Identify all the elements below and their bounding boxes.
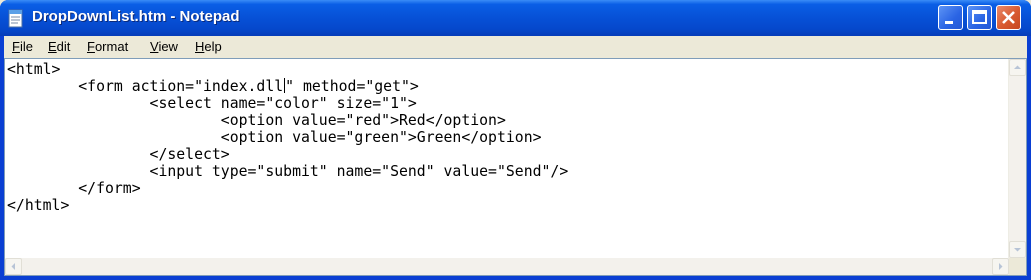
notepad-window: DropDownList.htm - Notepad File Edit For…	[0, 0, 1031, 280]
scroll-down-button[interactable]	[1009, 241, 1026, 258]
arrow-right-icon	[999, 263, 1003, 270]
minimize-icon	[945, 21, 953, 24]
menu-view[interactable]: View	[150, 39, 178, 54]
scroll-left-button[interactable]	[5, 258, 22, 275]
notepad-icon	[8, 9, 23, 28]
size-grip[interactable]	[1009, 258, 1026, 275]
arrow-up-icon	[1014, 65, 1021, 69]
vertical-scrollbar[interactable]	[1008, 59, 1026, 258]
close-button[interactable]	[996, 5, 1021, 30]
text-editor[interactable]: <html> <form action="index.dll " method="…	[4, 58, 1027, 276]
menu-bar: File Edit Format View Help	[4, 36, 1027, 58]
menu-file[interactable]: File	[12, 39, 33, 54]
editor-text-area[interactable]: <html> <form action="index.dll " method="…	[7, 61, 1002, 254]
horizontal-scrollbar[interactable]	[5, 258, 1009, 275]
code-line: </html>	[7, 197, 70, 214]
code-line: <option value="red">Red</option>	[7, 112, 506, 129]
menu-help[interactable]: Help	[195, 39, 222, 54]
scroll-right-button[interactable]	[992, 258, 1009, 275]
code-line: </form>	[7, 180, 141, 197]
code-line: <form action="index.dll " method="get">	[7, 78, 419, 95]
menu-format[interactable]: Format	[87, 39, 128, 54]
scroll-up-button[interactable]	[1009, 59, 1026, 76]
arrow-left-icon	[11, 263, 15, 270]
code-line: <option value="green">Green</option>	[7, 129, 542, 146]
arrow-down-icon	[1014, 248, 1021, 252]
minimize-button[interactable]	[938, 5, 963, 30]
maximize-icon	[972, 10, 987, 24]
title-bar[interactable]: DropDownList.htm - Notepad	[0, 0, 1031, 36]
window-title: DropDownList.htm - Notepad	[32, 8, 240, 25]
code-line: </select>	[7, 146, 230, 163]
close-icon	[1002, 11, 1015, 24]
menu-edit[interactable]: Edit	[48, 39, 70, 54]
maximize-button[interactable]	[967, 5, 992, 30]
code-line: <input type="submit" name="Send" value="…	[7, 163, 569, 180]
code-line: <select name="color" size="1">	[7, 95, 417, 112]
code-line: <html>	[7, 61, 61, 78]
